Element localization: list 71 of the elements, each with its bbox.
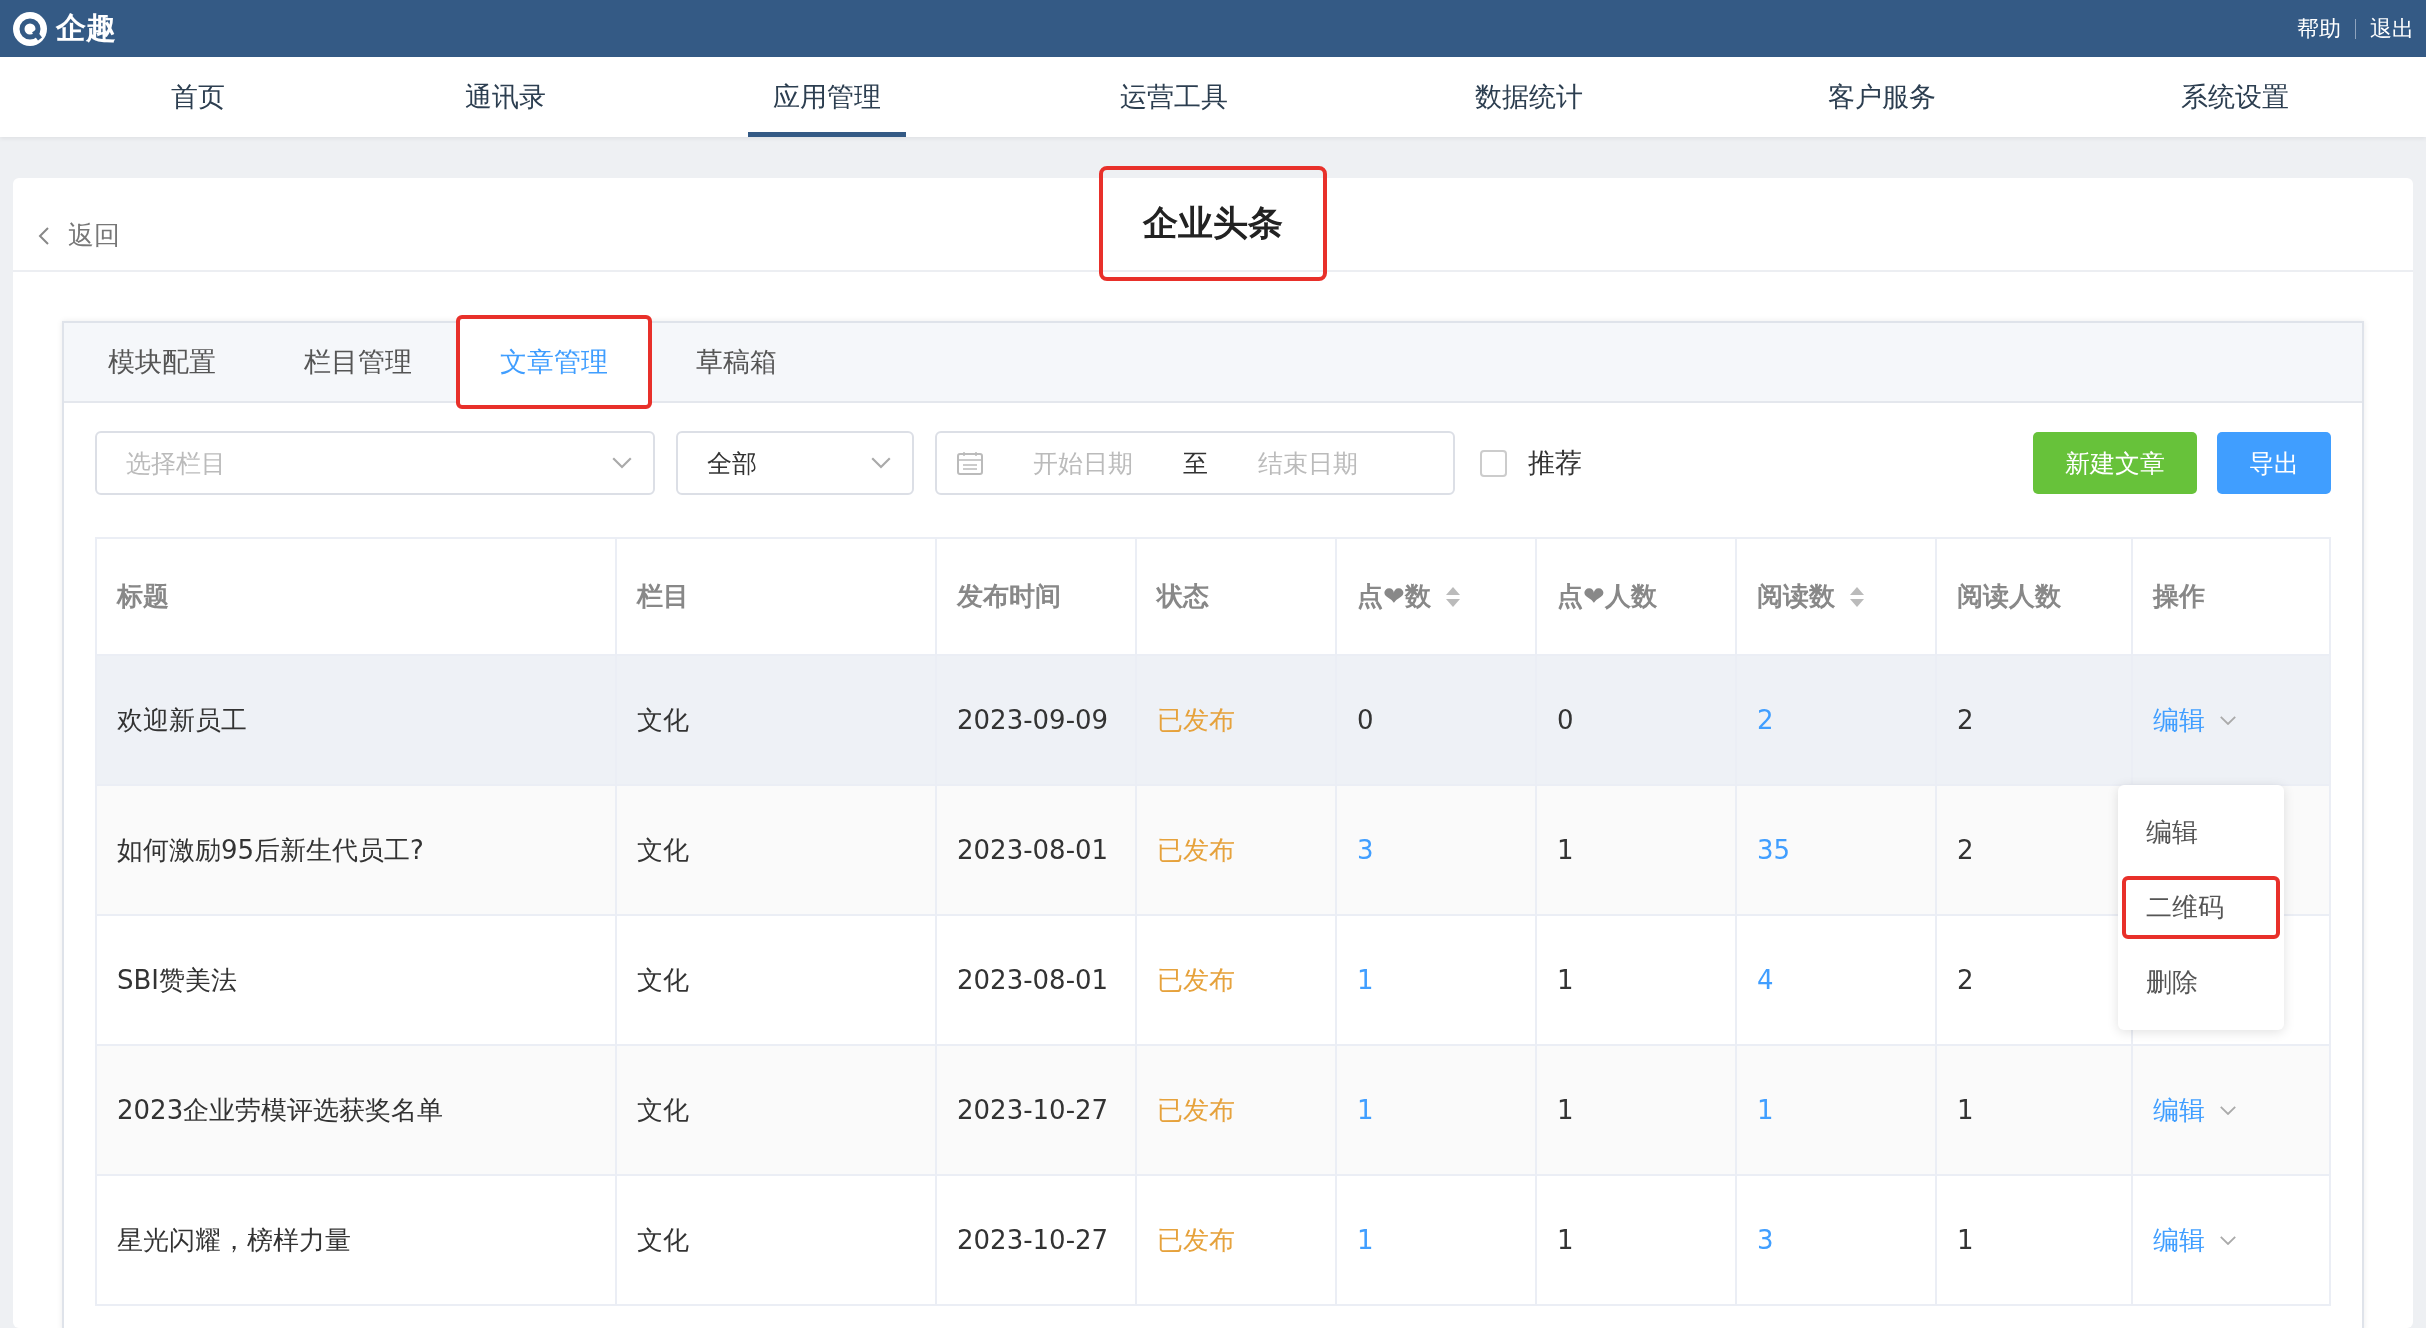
recommend-label: 推荐 bbox=[1528, 446, 1582, 480]
table-cell: 1 bbox=[1957, 1095, 1974, 1125]
tab[interactable]: 草稿箱 bbox=[652, 315, 821, 409]
column-header: 状态 bbox=[1157, 580, 1209, 613]
menu-item[interactable]: 二维码 bbox=[2122, 876, 2280, 939]
table-cell: 2023-08-01 bbox=[957, 835, 1109, 865]
column-header: 点❤数 bbox=[1357, 580, 1431, 613]
table-cell: 0 bbox=[1357, 705, 1374, 735]
sort-icon[interactable] bbox=[1849, 585, 1865, 608]
nav-tab[interactable]: 通讯录 bbox=[440, 57, 572, 137]
table-cell: 2 bbox=[1957, 835, 1974, 865]
chevron-down-icon bbox=[611, 456, 633, 470]
table-cell: 2023-10-27 bbox=[957, 1225, 1109, 1255]
table-cell-text: 如何激励95后新生代员工? bbox=[117, 833, 424, 867]
table-cell: 2023-10-27 bbox=[957, 1095, 1109, 1125]
table-cell-text: 2023企业劳模评选获奖名单 bbox=[117, 1093, 444, 1127]
table-cell-text: 文化 bbox=[637, 703, 689, 737]
page-title: 企业头条 bbox=[1099, 166, 1327, 281]
column-header: 点❤人数 bbox=[1557, 580, 1657, 613]
table-cell-text: 文化 bbox=[637, 963, 689, 997]
table-cell: 1 bbox=[1557, 1095, 1574, 1125]
table-cell: 2 bbox=[1957, 965, 1974, 995]
menu-item[interactable]: 编辑 bbox=[2122, 801, 2280, 864]
chevron-down-icon bbox=[2219, 714, 2237, 726]
top-link[interactable]: 帮助 bbox=[2297, 13, 2341, 44]
date-range-field[interactable]: 开始日期 至 结束日期 bbox=[935, 431, 1455, 495]
menu-item[interactable]: 删除 bbox=[2122, 951, 2280, 1014]
column-header: 操作 bbox=[2153, 580, 2205, 613]
nav-tab[interactable]: 系统设置 bbox=[2156, 57, 2315, 137]
column-header: 栏目 bbox=[637, 580, 689, 613]
status-text: 已发布 bbox=[1157, 833, 1235, 867]
chevron-down-icon bbox=[870, 456, 892, 470]
recommend-checkbox[interactable] bbox=[1480, 449, 1507, 477]
chevron-down-icon bbox=[2219, 1234, 2237, 1246]
column-header: 发布时间 bbox=[957, 580, 1061, 613]
table-cell-text: 文化 bbox=[637, 1223, 689, 1257]
tab[interactable]: 栏目管理 bbox=[260, 315, 456, 409]
sort-icon[interactable] bbox=[1444, 585, 1461, 608]
table-cell: 1 bbox=[1557, 835, 1574, 865]
table-cell-text: 星光闪耀，榜样力量 bbox=[117, 1223, 351, 1257]
table-cell-text: 欢迎新员工 bbox=[117, 703, 247, 737]
nav-tab[interactable]: 应用管理 bbox=[747, 57, 906, 137]
nav-tab[interactable]: 客户服务 bbox=[1803, 57, 1962, 137]
nav-tab[interactable]: 运营工具 bbox=[1095, 57, 1254, 137]
logo-icon bbox=[12, 10, 48, 47]
calendar-icon bbox=[957, 451, 983, 475]
status-text: 已发布 bbox=[1157, 703, 1235, 737]
status-text: 已发布 bbox=[1157, 963, 1235, 997]
table-cell-text: 文化 bbox=[637, 833, 689, 867]
table-cell: 2023-09-09 bbox=[957, 705, 1109, 735]
status-text: 已发布 bbox=[1157, 1093, 1235, 1127]
back-link[interactable]: 返回 bbox=[38, 218, 1099, 253]
tab[interactable]: 模块配置 bbox=[64, 315, 260, 409]
logo-text: 企趣 bbox=[56, 9, 116, 47]
chevron-down-icon bbox=[2219, 1104, 2237, 1116]
table-cell: 1 bbox=[1957, 1225, 1974, 1255]
nav-tab[interactable]: 数据统计 bbox=[1449, 57, 1608, 137]
status-text: 已发布 bbox=[1157, 1223, 1235, 1257]
table-cell: 0 bbox=[1557, 705, 1574, 735]
table-cell: 1 bbox=[1557, 965, 1574, 995]
top-link[interactable]: 退出 bbox=[2370, 13, 2414, 44]
status-select[interactable]: 全部 bbox=[676, 431, 914, 495]
column-header: 标题 bbox=[117, 580, 169, 613]
table-cell: 1 bbox=[1557, 1225, 1574, 1255]
table-cell-text: SBI赞美法 bbox=[117, 963, 237, 997]
table-cell-text: 文化 bbox=[637, 1093, 689, 1127]
table-cell: 2023-08-01 bbox=[957, 965, 1109, 995]
nav-tab[interactable]: 首页 bbox=[146, 57, 251, 137]
table-cell: 2 bbox=[1957, 705, 1974, 735]
column-header: 阅读人数 bbox=[1957, 580, 2061, 613]
column-header: 阅读数 bbox=[1757, 580, 1835, 613]
